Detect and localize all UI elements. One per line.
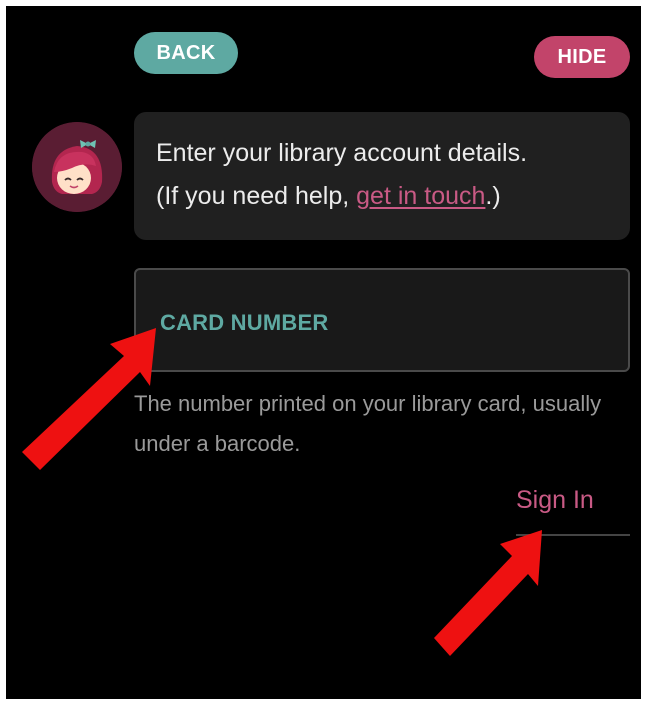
instructions-bubble: Enter your library account details. (If …	[134, 112, 630, 240]
red-arrow-icon	[434, 530, 542, 656]
sign-in-button[interactable]: Sign In	[516, 486, 594, 515]
card-number-hint: The number printed on your library card,…	[134, 391, 602, 456]
red-arrow-icon	[22, 328, 156, 470]
instructions-line-1: Enter your library account details.	[156, 139, 528, 167]
back-button[interactable]: BACK	[134, 32, 238, 74]
instructions-prefix: (If you need help,	[156, 182, 357, 210]
card-number-field[interactable]: CARD NUMBER	[134, 268, 630, 372]
card-number-input[interactable]	[158, 308, 606, 340]
get-in-touch-link[interactable]: get in touch	[356, 182, 485, 210]
instructions-suffix: .)	[485, 182, 501, 210]
app-screen: BACK HIDE Enter your library account det…	[6, 6, 641, 699]
hide-button[interactable]: HIDE	[534, 36, 630, 78]
librarian-avatar-icon	[32, 122, 122, 212]
instructions-line-2: (If you need help, get in touch.)	[156, 175, 608, 218]
